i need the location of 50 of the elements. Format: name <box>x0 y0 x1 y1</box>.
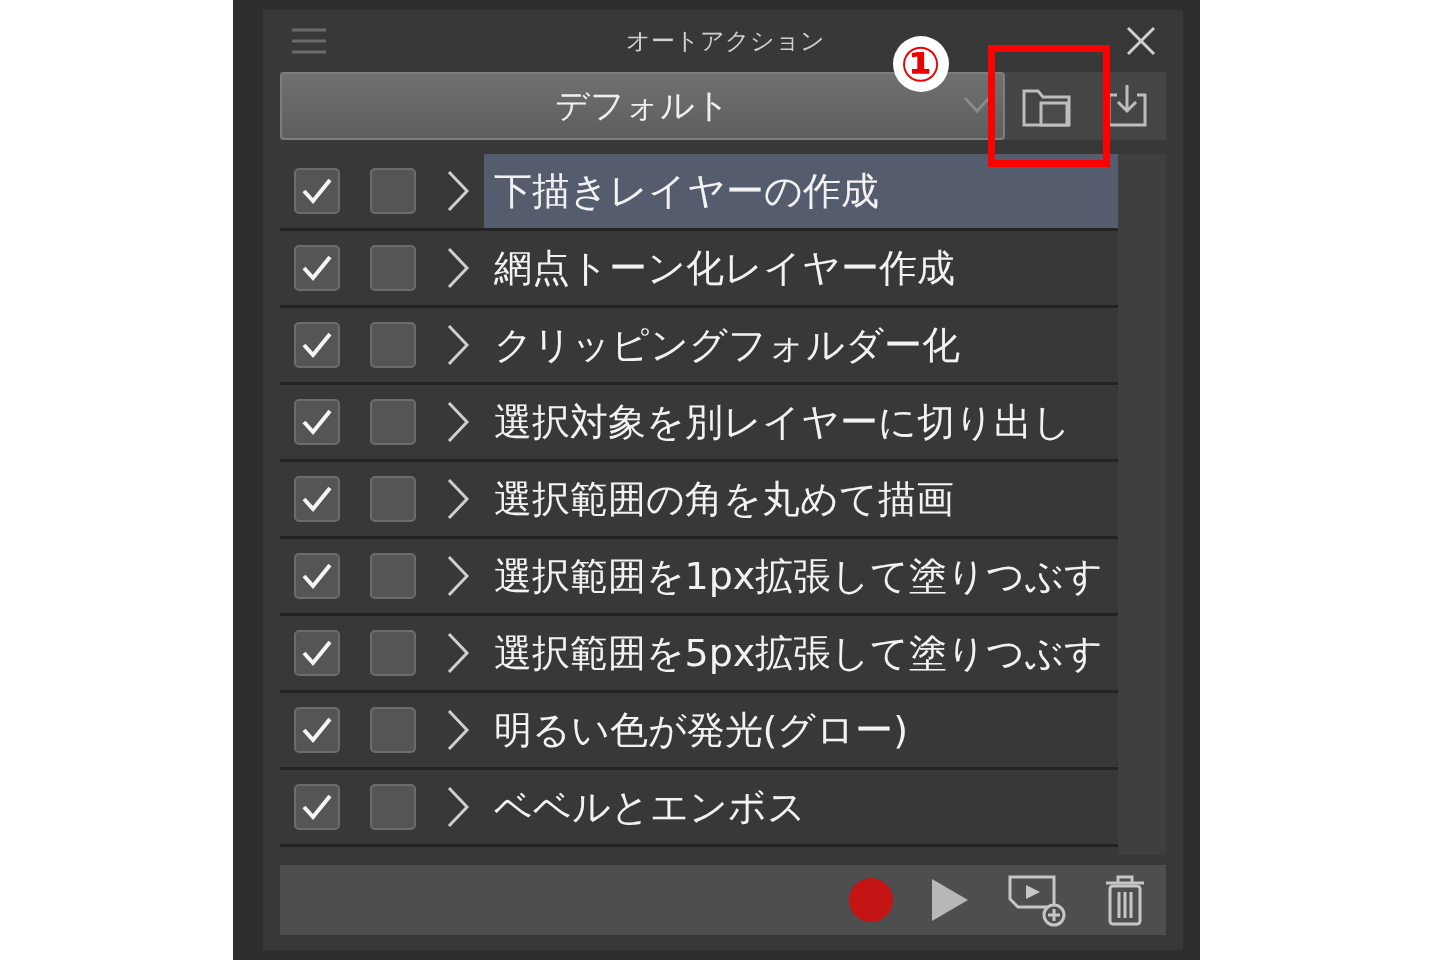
checkbox[interactable] <box>293 399 340 445</box>
checkmark-icon <box>300 408 333 436</box>
expand-chevron-icon[interactable] <box>445 709 470 751</box>
action-item[interactable]: 下描きレイヤーの作成 <box>483 154 1118 228</box>
dialog-toggle[interactable] <box>369 399 416 445</box>
checkbox[interactable] <box>293 553 340 599</box>
expand-chevron-icon[interactable] <box>445 324 470 366</box>
checkbox[interactable] <box>293 476 340 522</box>
action-item[interactable]: 選択範囲を1px拡張して塗りつぶす <box>483 539 1118 613</box>
dialog-toggle[interactable] <box>369 553 416 599</box>
checkmark-icon <box>300 716 333 744</box>
expand-chevron-icon[interactable] <box>445 401 470 443</box>
dialog-toggle[interactable] <box>369 168 416 214</box>
dialog-toggle[interactable] <box>369 630 416 676</box>
expand-chevron-icon[interactable] <box>445 555 470 597</box>
checkmark-icon <box>300 793 333 821</box>
dialog-toggle[interactable] <box>369 707 416 753</box>
action-item[interactable]: 選択範囲の角を丸めて描画 <box>483 462 1118 536</box>
expand-chevron-icon[interactable] <box>445 170 470 212</box>
action-item[interactable]: 明るい色が発光(グロー) <box>483 693 1118 767</box>
trash-icon[interactable] <box>1103 874 1146 926</box>
dialog-toggle[interactable] <box>369 784 416 830</box>
expand-chevron-icon[interactable] <box>445 632 470 674</box>
action-item[interactable]: 網点トーン化レイヤー作成 <box>483 231 1118 305</box>
checkbox[interactable] <box>293 168 340 214</box>
expand-chevron-icon[interactable] <box>445 478 470 520</box>
dialog-toggle[interactable] <box>369 245 416 291</box>
action-item[interactable]: 選択範囲を5px拡張して塗りつぶす <box>483 616 1118 690</box>
close-icon[interactable] <box>1125 26 1156 56</box>
expand-chevron-icon[interactable] <box>445 786 470 828</box>
checkmark-icon <box>300 639 333 667</box>
checkbox[interactable] <box>293 245 340 291</box>
panel-title: オートアクション <box>626 26 825 57</box>
expand-chevron-icon[interactable] <box>445 247 470 289</box>
dialog-toggle[interactable] <box>369 476 416 522</box>
checkmark-icon <box>300 177 333 205</box>
checkmark-icon <box>300 254 333 282</box>
checkmark-icon <box>300 562 333 590</box>
caret-icon <box>962 96 991 114</box>
action-item[interactable]: ベベルとエンボス <box>483 770 1118 844</box>
checkbox[interactable] <box>293 707 340 753</box>
checkmark-icon <box>300 485 333 513</box>
action-item[interactable]: クリッピングフォルダー化 <box>483 308 1118 382</box>
checkbox[interactable] <box>293 784 340 830</box>
checkmark-icon <box>300 331 333 359</box>
action-item[interactable]: 選択対象を別レイヤーに切り出し <box>483 385 1118 459</box>
play-icon[interactable] <box>929 877 970 923</box>
dialog-toggle[interactable] <box>369 322 416 368</box>
checkbox[interactable] <box>293 322 340 368</box>
checkbox[interactable] <box>293 630 340 676</box>
